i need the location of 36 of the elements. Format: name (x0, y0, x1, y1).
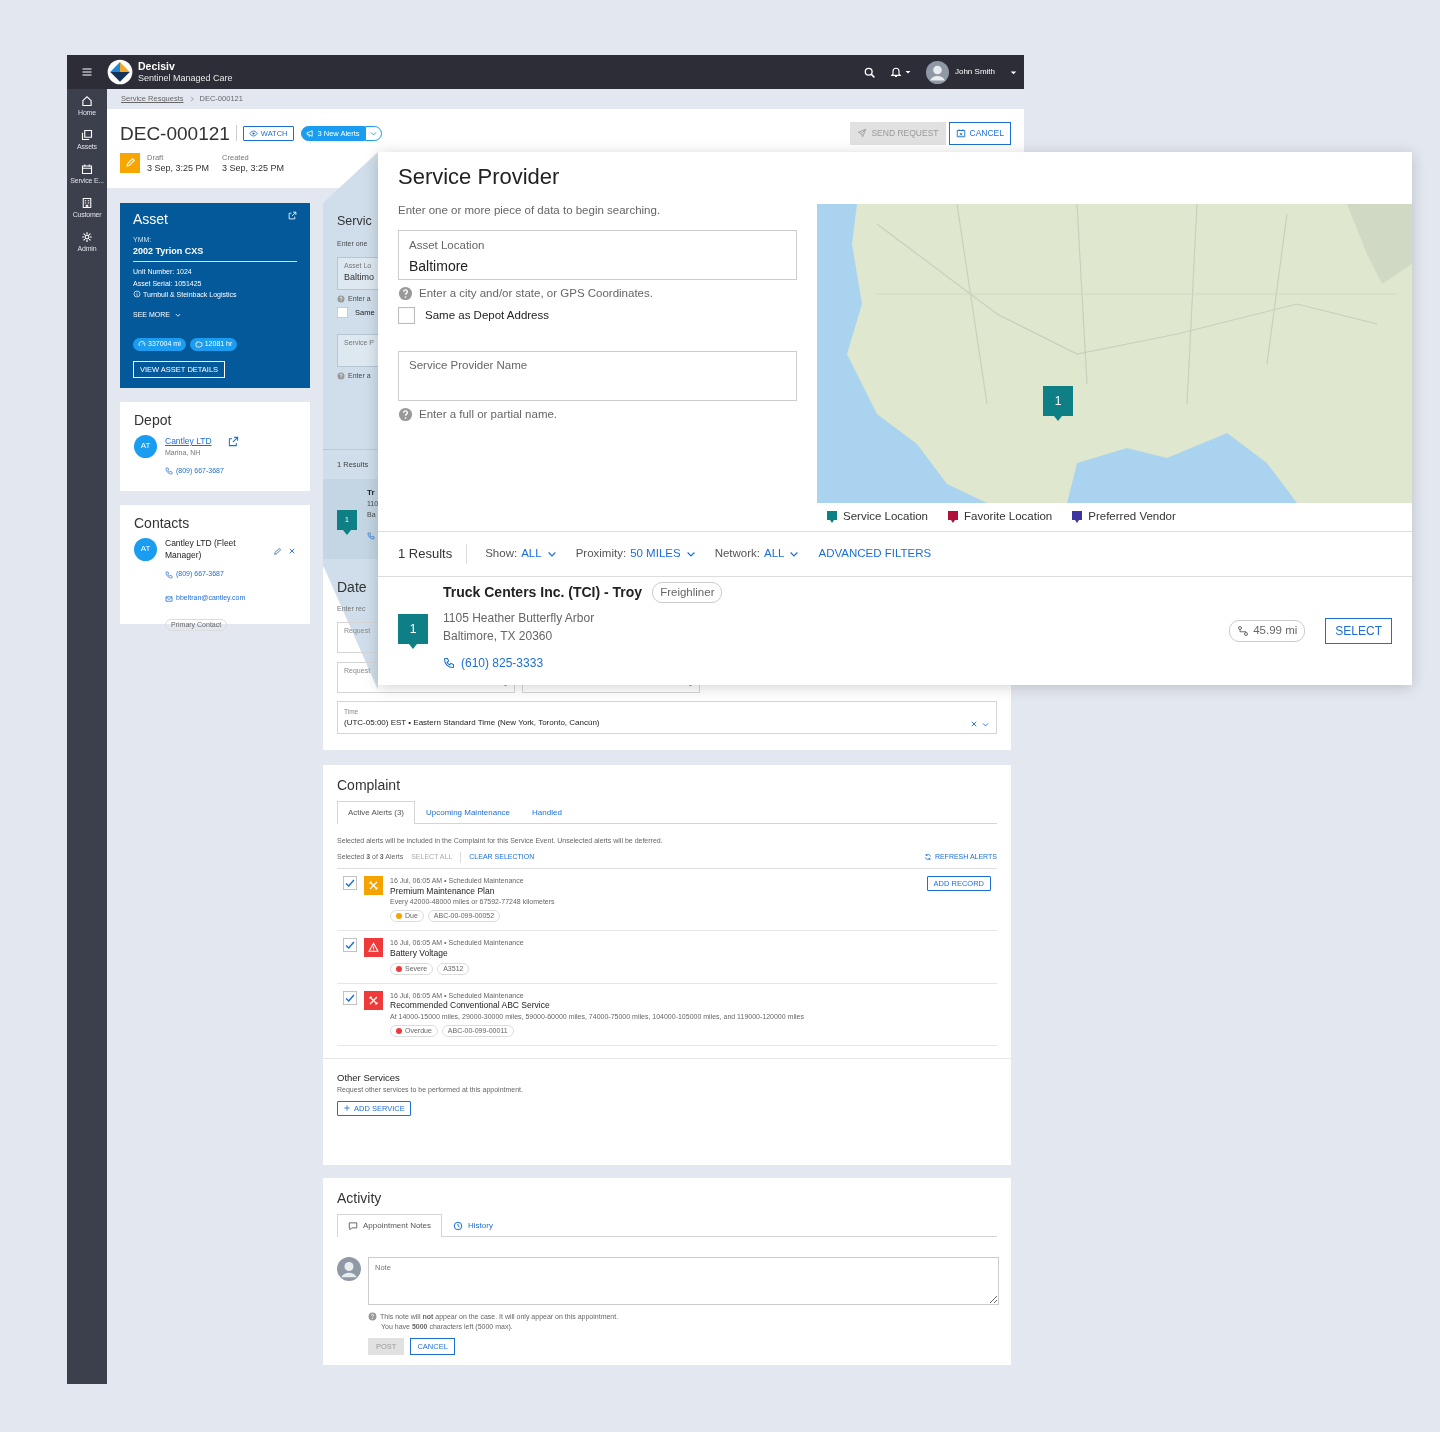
legend-label: Preferred Vendor (1088, 509, 1176, 525)
brand-name: Decisiv (138, 60, 176, 73)
panel-title: Service Provider (398, 164, 561, 191)
results-count: 1 Results (398, 545, 453, 564)
page-title: DEC-000121 (120, 123, 230, 143)
result-name: Tr (367, 487, 376, 499)
card-title: Servic (337, 213, 372, 230)
provider-address: Baltimore, TX 20360 (443, 628, 554, 646)
distance-tag: 45.99 mi (1229, 620, 1306, 642)
section-title: Other Services (337, 1070, 401, 1085)
alert-title: Battery Voltage (390, 947, 449, 960)
contact-name: Cantley LTD (Fleet Manager) (165, 537, 237, 562)
alert-title: Premium Maintenance Plan (390, 885, 496, 898)
provider-name: Truck Centers Inc. (TCI) - Troy (443, 583, 643, 602)
card-title: Complaint (337, 776, 402, 795)
avatar: AT (134, 537, 157, 561)
checkbox-label: Same as Depot Address (425, 307, 549, 323)
status-date: 3 Sep, 3:25 PM (147, 162, 210, 175)
alert-title: Recommended Conventional ABC Service (390, 1000, 551, 1013)
help-text: Enter a city and/or state, or GPS Coordinates. (419, 285, 653, 301)
card-title: Activity (337, 1189, 383, 1208)
legend-label: Service Location (843, 509, 929, 525)
card-title: Contacts (134, 515, 191, 532)
ymm-value: 2002 Tyrion CXS (133, 245, 297, 263)
user-name: John Smith (954, 66, 995, 78)
brand-tag: Freighliner (652, 581, 723, 604)
created-date: 3 Sep, 3:25 PM (222, 162, 285, 175)
avatar: AT (134, 434, 157, 458)
provider-address: 1105 Heather Butterfly Arbor (443, 610, 596, 628)
help-text: Enter a full or partial name. (419, 407, 558, 423)
brand-subtitle: Sentinel Managed Care (138, 72, 233, 84)
card-title: Depot (134, 412, 173, 429)
panel-hint: Enter one or more piece of data to begin searching. (398, 203, 662, 219)
card-title: Asset (133, 211, 168, 228)
card-title: Date (337, 578, 367, 597)
legend-label: Favorite Location (964, 509, 1053, 525)
